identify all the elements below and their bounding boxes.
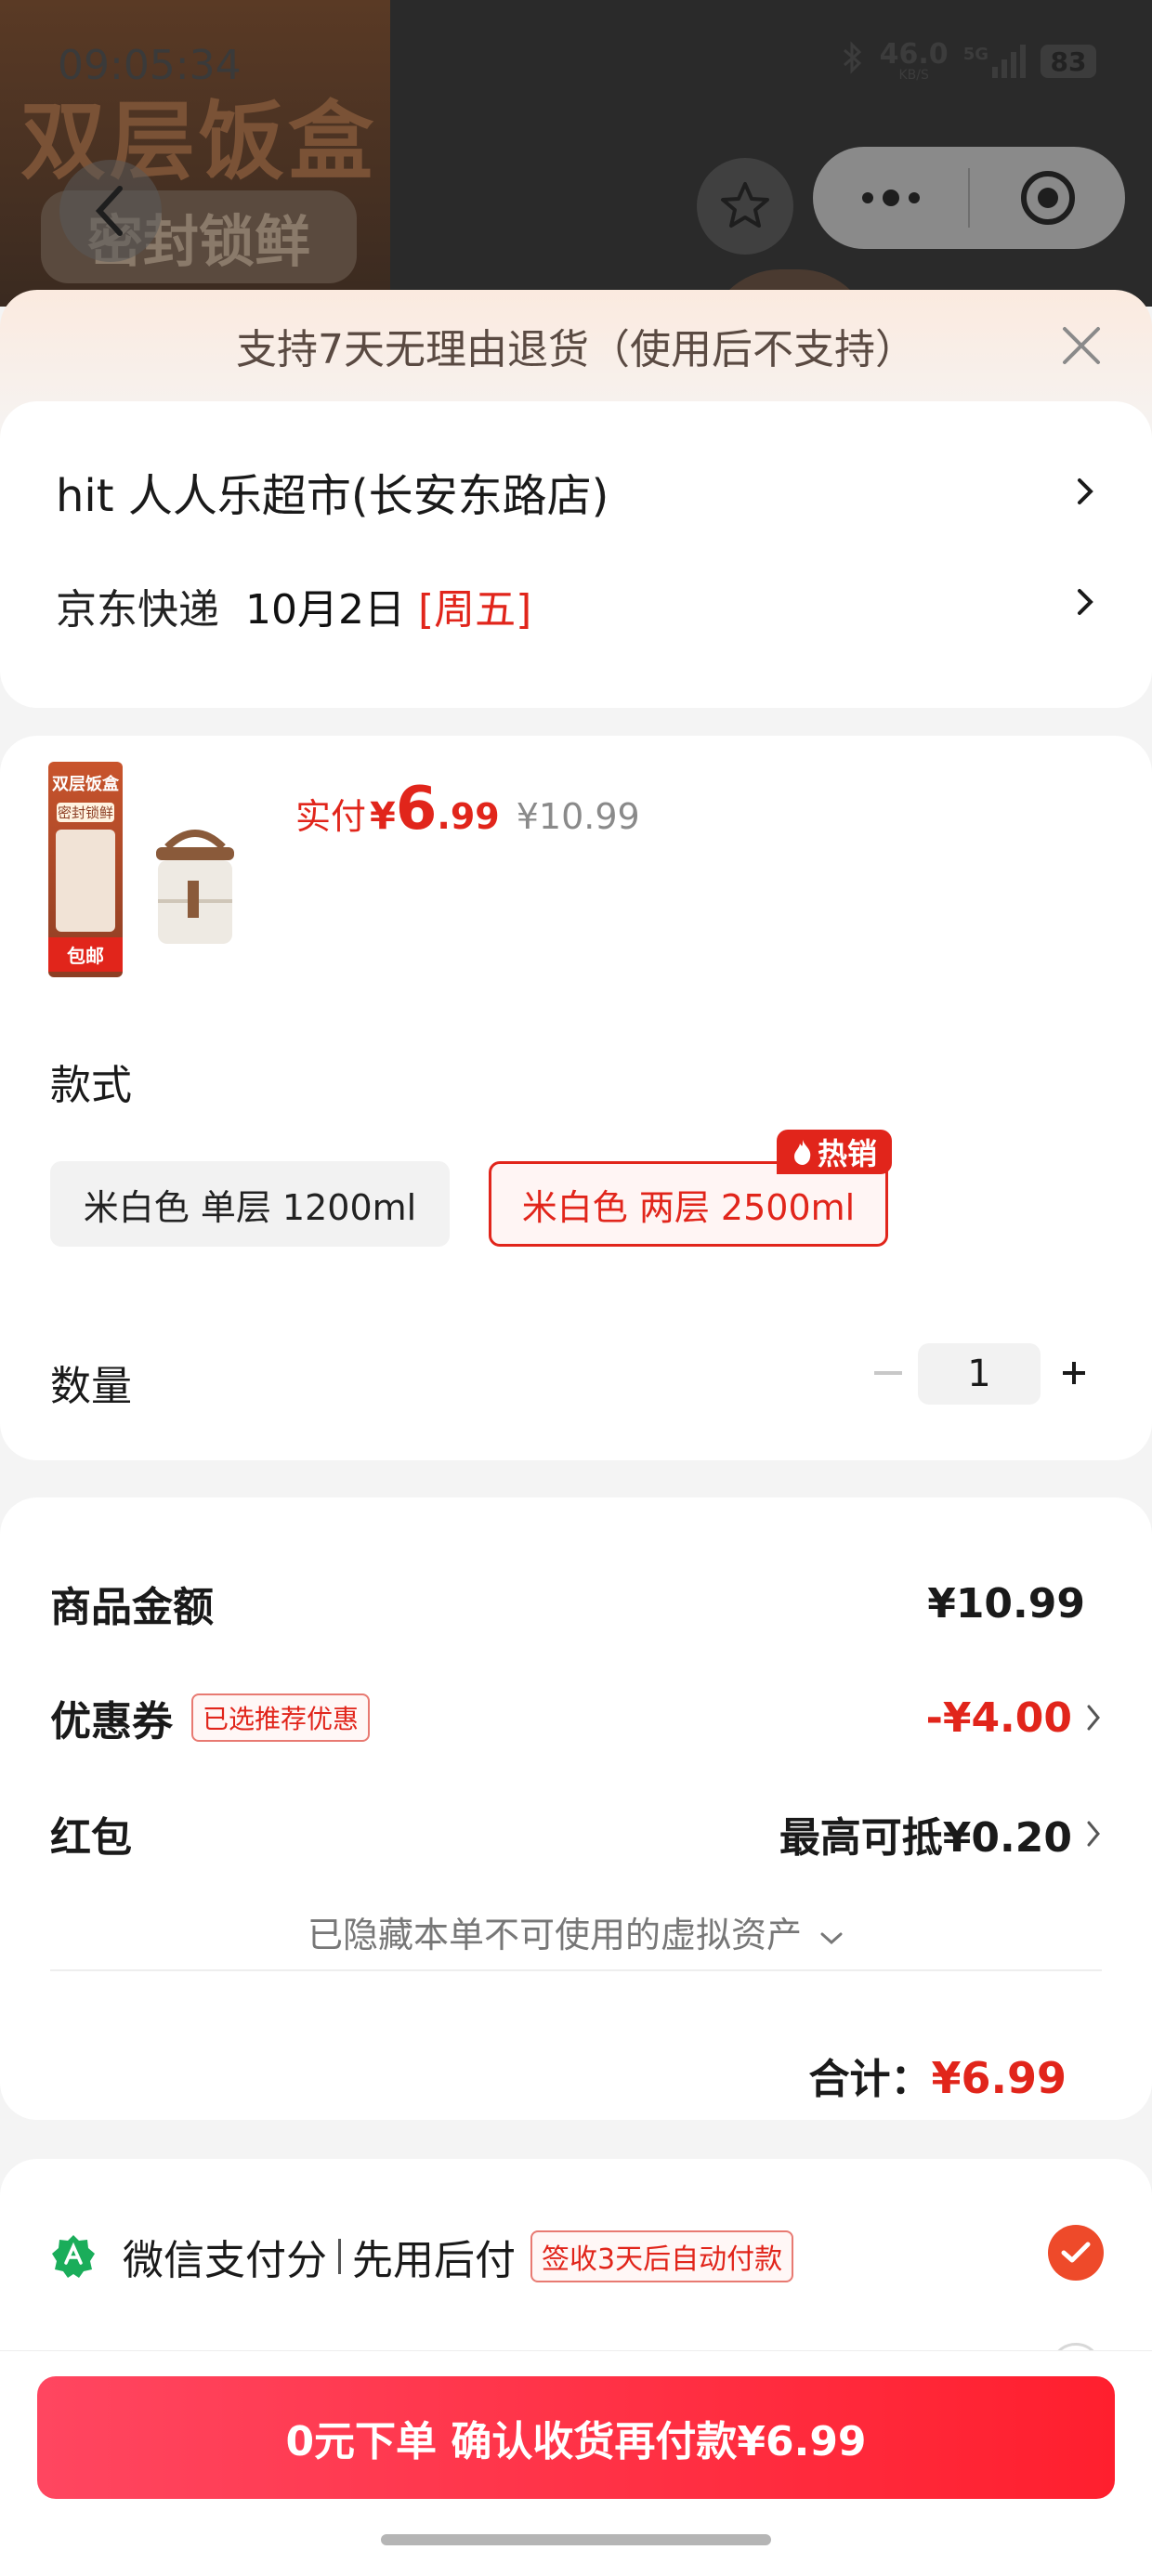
return-policy-notice: 支持7天无理由退货（使用后不支持） (0, 290, 1152, 401)
delivery-weekday: [周五] (417, 586, 532, 634)
return-policy-text: 支持7天无理由退货（使用后不支持） (236, 326, 916, 373)
thumbnail-tag: 密封锁鲜 (57, 803, 114, 822)
hot-sale-text: 热销 (817, 1136, 877, 1171)
coupon-row[interactable]: 优惠券 已选推荐优惠 -¥4.00 (50, 1688, 1102, 1747)
quantity-decrease-button[interactable] (870, 1345, 907, 1401)
chevron-left-icon (95, 186, 123, 236)
target-icon (1020, 171, 1075, 225)
red-packet-value-group: 最高可抵¥0.20 (779, 1804, 1102, 1863)
payment-option-wechat-score[interactable]: 微信支付分 先用后付 签收3天后自动付款 (50, 2227, 1102, 2286)
flame-icon (793, 1140, 811, 1165)
checkmark-icon (1061, 2242, 1091, 2263)
bluetooth-icon (841, 41, 865, 82)
mini-program-capsule (813, 147, 1125, 249)
plus-icon (1063, 1362, 1085, 1384)
coupon-label-group: 优惠券 已选推荐优惠 (50, 1688, 371, 1747)
order-sheet: 支持7天无理由退货（使用后不支持） hit 人人乐超市(长安东路店) 京东快递 … (0, 290, 1152, 2575)
original-price: ¥10.99 (516, 796, 640, 837)
style-label: 款式 (50, 1062, 132, 1109)
pay-label: 实付 (295, 796, 367, 837)
place-order-button[interactable]: 0元下单 确认收货再付款¥6.99 (37, 2376, 1115, 2499)
goods-amount-value: ¥10.99 (927, 1579, 1085, 1628)
more-button[interactable] (813, 147, 968, 249)
hidden-assets-text: 已隐藏本单不可使用的虚拟资产 (307, 1915, 802, 1955)
minus-icon (874, 1371, 902, 1375)
payment-method-name: 微信支付分 (123, 2237, 327, 2284)
home-indicator (381, 2534, 771, 2545)
thumbnail-image-panel (56, 830, 115, 932)
payment-method-subtitle: 先用后付 (352, 2237, 516, 2284)
signal-icon: 5G (963, 45, 1026, 78)
close-sheet-button[interactable] (1057, 321, 1106, 370)
background-page: 双层饭盒 密封锁鲜 09:05:34 46.0 KB/S 5G 83 (0, 0, 1152, 307)
chevron-right-icon (1087, 1821, 1100, 1847)
delivery-company: 京东快递 (56, 586, 219, 634)
quantity-value[interactable]: 1 (918, 1343, 1041, 1405)
more-dots-icon (861, 190, 920, 206)
payment-selected-check[interactable] (1048, 2225, 1104, 2281)
red-packet-value: 最高可抵¥0.20 (779, 1814, 1072, 1862)
pay-price-integer: 6 (395, 775, 438, 843)
chevron-right-icon (1078, 589, 1093, 615)
coupon-label: 优惠券 (50, 1698, 173, 1746)
quantity-label: 数量 (50, 1363, 132, 1410)
summary-divider (50, 1969, 1102, 1971)
coupon-value: -¥4.00 (925, 1693, 1072, 1742)
total-label: 合计： (808, 2056, 932, 2103)
star-icon (721, 182, 769, 228)
goods-amount-label: 商品金额 (50, 1584, 214, 1631)
favorite-button[interactable] (697, 158, 793, 255)
coupon-recommended-tag: 已选推荐优惠 (191, 1693, 371, 1742)
status-time: 09:05:34 (58, 42, 242, 89)
wechat-pay-score-icon (52, 2235, 95, 2278)
chevron-right-icon (1087, 1705, 1100, 1731)
price-row: 实付 ¥ 6 .99 ¥10.99 (295, 775, 640, 843)
delivery-date: 10月2日 (245, 586, 405, 634)
goods-amount-row: 商品金额 ¥10.99 (50, 1574, 1085, 1633)
payment-separator (338, 2239, 341, 2274)
thumbnail-title: 双层饭盒 (52, 775, 119, 794)
auto-pay-tag: 签收3天后自动付款 (530, 2230, 794, 2282)
status-bar-right: 46.0 KB/S 5G 83 (841, 41, 1096, 82)
chevron-down-icon (820, 1932, 843, 1945)
coupon-value-group: -¥4.00 (926, 1694, 1102, 1742)
battery-icon: 83 (1041, 45, 1096, 78)
red-packet-label: 红包 (50, 1814, 132, 1862)
hot-sale-badge: 热销 (777, 1130, 892, 1174)
delivery-row[interactable]: 京东快递 10月2日 [周五] (56, 576, 1096, 635)
close-mini-program-button[interactable] (970, 147, 1125, 249)
total-value: ¥6.99 (931, 2053, 1067, 2103)
net-speed: 46.0 KB/S (879, 38, 949, 83)
close-icon (1063, 327, 1100, 364)
product-thumbnail[interactable]: 双层饭盒 密封锁鲜 包邮 (48, 762, 123, 977)
store-address: hit 人人乐超市(长安东路店) (56, 470, 609, 522)
red-packet-row[interactable]: 红包 最高可抵¥0.20 (50, 1804, 1102, 1863)
total-row: 合计： ¥6.99 (808, 2046, 1067, 2105)
address-row[interactable]: hit 人人乐超市(长安东路店) (56, 459, 1096, 524)
chevron-right-icon (1078, 478, 1093, 504)
back-button[interactable] (59, 160, 162, 262)
address-card: hit 人人乐超市(长安东路店) 京东快递 10月2日 [周五] (0, 401, 1152, 708)
quantity-increase-button[interactable] (1054, 1345, 1094, 1401)
pay-price-decimal: .99 (437, 796, 500, 837)
pay-currency: ¥ (370, 795, 396, 838)
hidden-assets-toggle[interactable]: 已隐藏本单不可使用的虚拟资产 (0, 1906, 1152, 1957)
lunch-box-image (156, 830, 234, 944)
style-option-single[interactable]: 米白色 单层 1200ml (50, 1161, 450, 1247)
thumbnail-bottom-label: 包邮 (48, 937, 123, 972)
